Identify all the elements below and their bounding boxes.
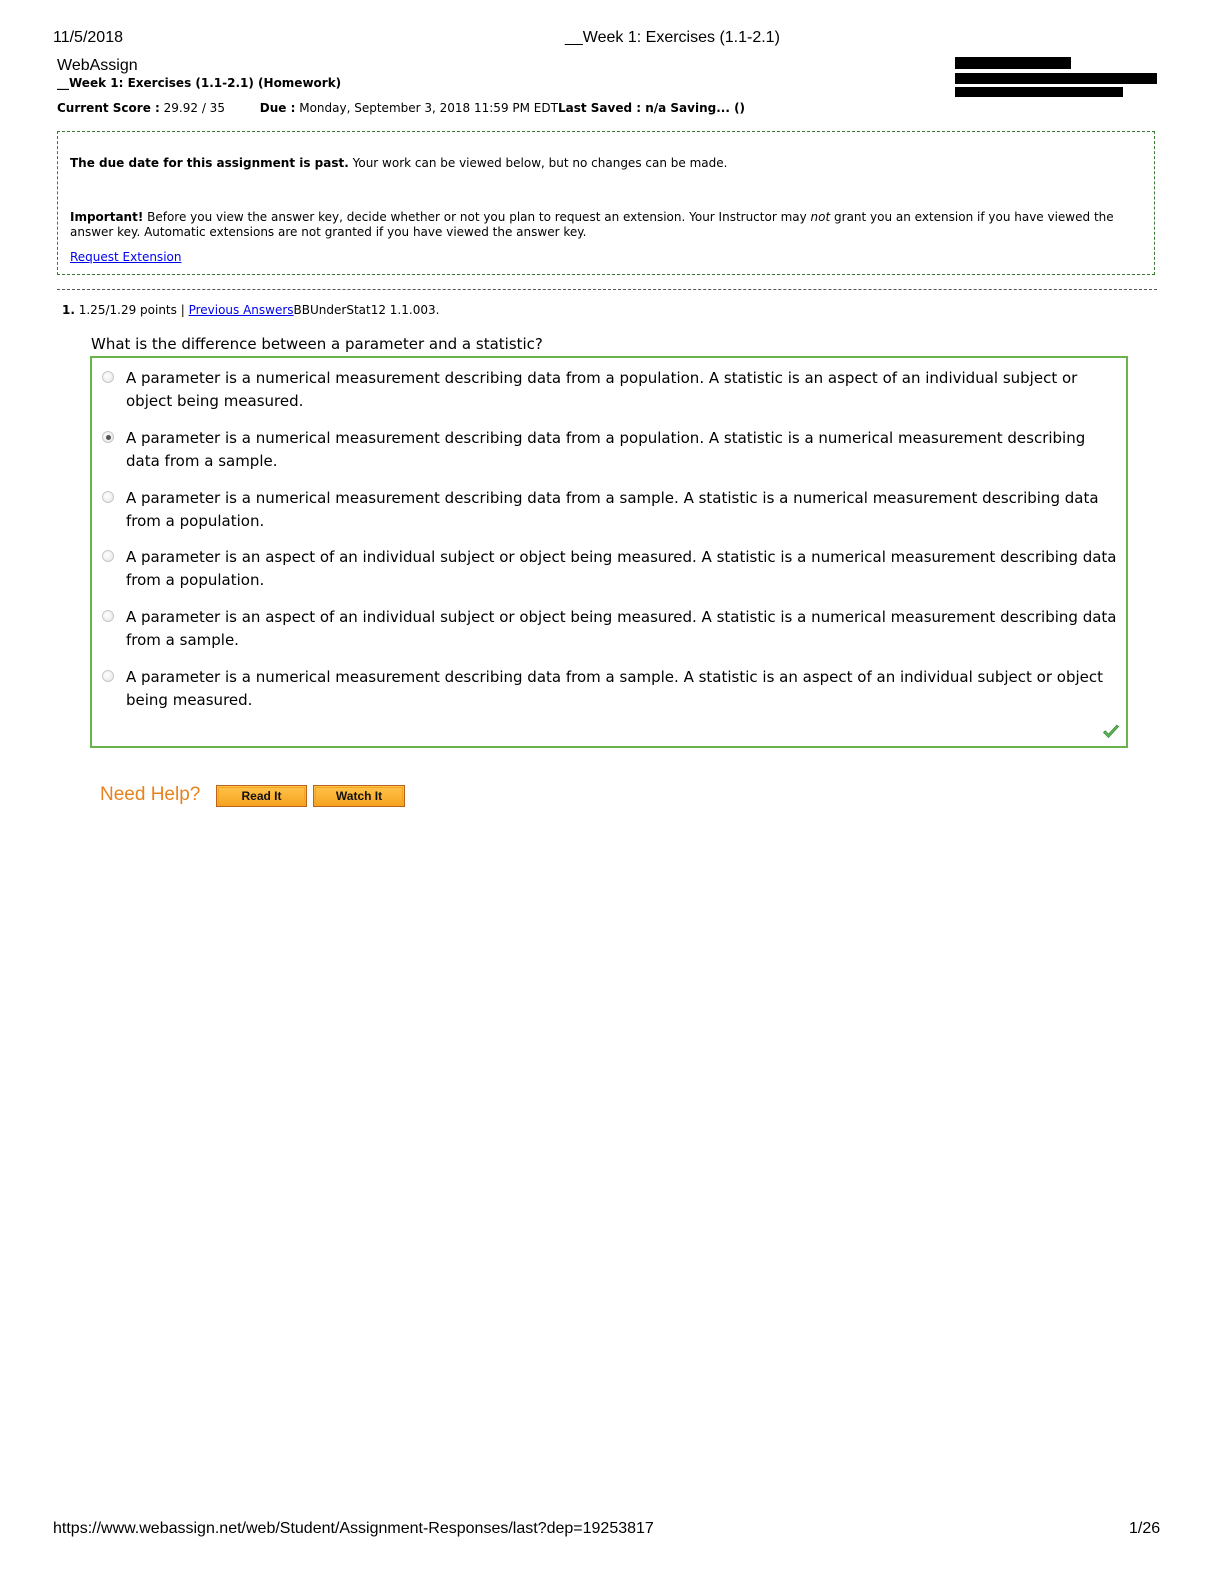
answer-option-text: A parameter is a numerical measurement d…	[126, 369, 1078, 410]
answer-option-text: A parameter is a numerical measurement d…	[126, 489, 1099, 530]
radio-selected-icon[interactable]	[102, 431, 114, 443]
question-number: 1.	[62, 303, 75, 317]
question-source: BBUnderStat12 1.1.003.	[293, 303, 440, 317]
redacted-block	[955, 73, 1157, 84]
due-value: Monday, September 3, 2018 11:59 PM EDT	[299, 101, 558, 115]
question-prompt: What is the difference between a paramet…	[91, 335, 543, 353]
answer-option-text: A parameter is an aspect of an individua…	[126, 548, 1117, 589]
answer-option-text: A parameter is an aspect of an individua…	[126, 608, 1117, 649]
due-label: Due :	[259, 101, 296, 115]
section-divider	[57, 289, 1157, 290]
webassign-logo: WebAssign	[57, 57, 138, 74]
need-help-label: Need Help?	[100, 784, 201, 805]
answer-choices: A parameter is a numerical measurement d…	[90, 356, 1128, 748]
page-number: 1/26	[1129, 1520, 1161, 1537]
answer-option-text: A parameter is a numerical measurement d…	[126, 668, 1104, 709]
past-due-message: The due date for this assignment is past…	[70, 156, 727, 170]
page-url: https://www.webassign.net/web/Student/As…	[53, 1520, 654, 1537]
redacted-block	[955, 87, 1123, 97]
last-saved-status: Last Saved : n/a Saving... ()	[557, 101, 746, 115]
score-value: 29.92 / 35	[163, 101, 225, 115]
previous-answers-link[interactable]: Previous Answers	[189, 303, 294, 317]
assignment-title: __Week 1: Exercises (1.1-2.1) (Homework)	[57, 76, 342, 90]
radio-icon[interactable]	[102, 610, 114, 622]
redacted-block	[955, 57, 1071, 69]
radio-icon[interactable]	[102, 670, 114, 682]
answer-option-text: A parameter is a numerical measurement d…	[126, 429, 1086, 470]
important-message: Important! Before you view the answer ke…	[70, 210, 1130, 240]
score-line: Current Score : 29.92 / 35 Due : Monday,…	[57, 101, 745, 115]
past-due-heading: The due date for this assignment is past…	[70, 156, 349, 170]
question-meta: 1. 1.25/1.29 points | Previous AnswersBB…	[62, 303, 439, 317]
important-text: Before you view the answer key, decide w…	[143, 210, 811, 224]
radio-icon[interactable]	[102, 371, 114, 383]
watch-it-button[interactable]: Watch It	[313, 785, 405, 807]
important-heading: Important!	[70, 210, 144, 224]
radio-icon[interactable]	[102, 491, 114, 503]
read-it-button[interactable]: Read It	[216, 785, 307, 807]
request-extension-link[interactable]: Request Extension	[70, 250, 181, 264]
past-due-text: Your work can be viewed below, but no ch…	[348, 156, 728, 170]
radio-icon[interactable]	[102, 550, 114, 562]
score-label: Current Score :	[57, 101, 160, 115]
due-date-notice: The due date for this assignment is past…	[57, 131, 1155, 275]
question-points: 1.25/1.29 points |	[74, 303, 189, 317]
print-page-title: __Week 1: Exercises (1.1-2.1)	[565, 29, 780, 46]
print-date: 11/5/2018	[53, 29, 123, 46]
important-emphasis: not	[810, 210, 831, 224]
check-icon	[1102, 724, 1120, 739]
